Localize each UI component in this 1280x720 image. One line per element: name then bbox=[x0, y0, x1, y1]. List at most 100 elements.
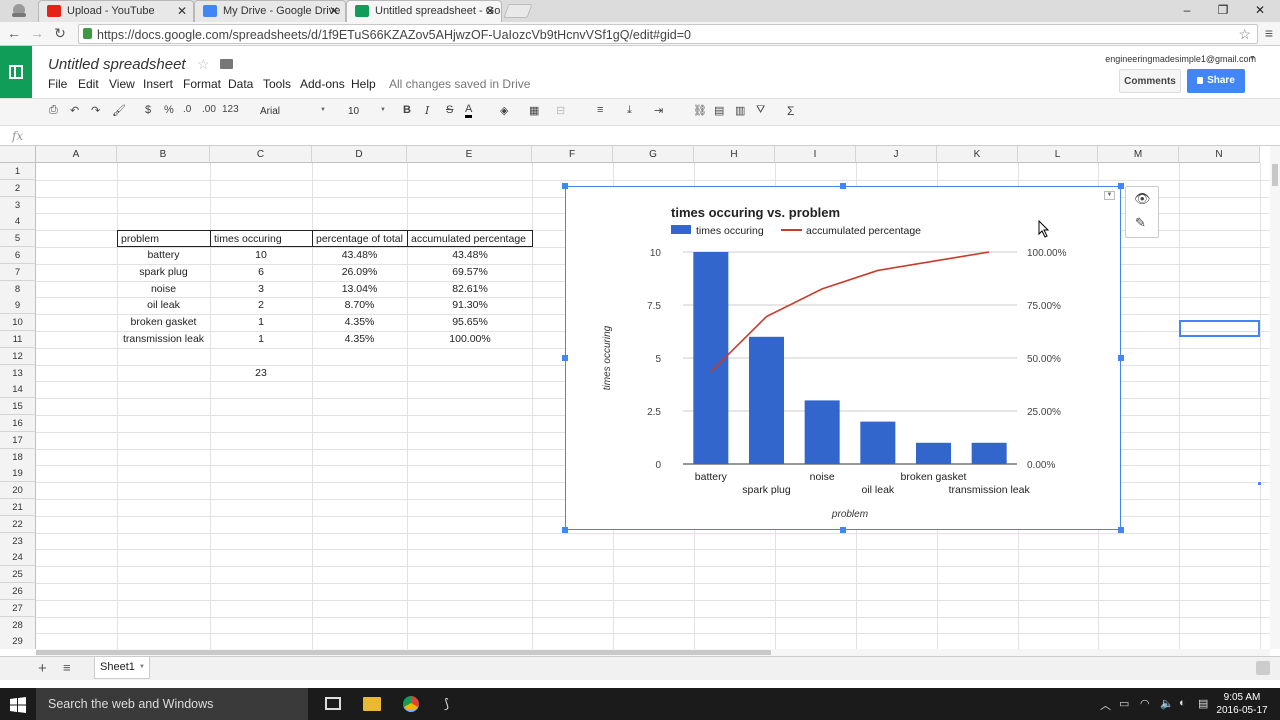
select-all-corner[interactable] bbox=[0, 146, 36, 163]
column-header-i[interactable]: I bbox=[775, 146, 856, 163]
network-icon[interactable]: ◠ bbox=[1140, 697, 1150, 710]
table-cell[interactable]: transmission leak bbox=[117, 331, 210, 348]
table-cell[interactable]: 43.48% bbox=[407, 247, 533, 264]
chrome-taskbar-icon[interactable] bbox=[403, 696, 419, 712]
row-header-2[interactable]: 2 bbox=[0, 179, 36, 197]
table-header-cell[interactable]: accumulated percentage bbox=[407, 230, 533, 248]
table-cell[interactable]: 43.48% bbox=[312, 247, 407, 264]
close-tab-icon[interactable]: ✕ bbox=[485, 4, 495, 18]
row-header-22[interactable]: 22 bbox=[0, 515, 36, 533]
fill-handle[interactable] bbox=[1257, 481, 1262, 486]
row-header-19[interactable]: 19 bbox=[0, 465, 36, 483]
row-header-20[interactable]: 20 bbox=[0, 482, 36, 500]
borders-icon[interactable]: ▦ bbox=[529, 104, 539, 117]
increase-decimal-button[interactable]: .00 bbox=[202, 104, 216, 115]
sheets-logo-icon[interactable] bbox=[0, 46, 32, 98]
bold-button[interactable]: B bbox=[403, 104, 411, 116]
minimize-icon[interactable]: – bbox=[1177, 3, 1197, 17]
functions-button[interactable]: Σ bbox=[787, 104, 794, 118]
column-header-j[interactable]: J bbox=[856, 146, 937, 163]
windows-start-icon[interactable] bbox=[10, 697, 26, 713]
column-header-k[interactable]: K bbox=[937, 146, 1018, 163]
row-header-18[interactable]: 18 bbox=[0, 448, 36, 466]
table-cell[interactable]: 1 bbox=[210, 331, 312, 348]
insert-chart-icon[interactable]: ▥ bbox=[735, 104, 745, 117]
table-cell[interactable]: 91.30% bbox=[407, 297, 533, 314]
task-view-icon[interactable] bbox=[325, 697, 341, 710]
menu-edit[interactable]: Edit bbox=[78, 77, 99, 91]
column-header-c[interactable]: C bbox=[210, 146, 312, 163]
table-cell[interactable]: 13.04% bbox=[312, 281, 407, 298]
table-cell[interactable]: 69.57% bbox=[407, 264, 533, 281]
table-cell[interactable]: oil leak bbox=[117, 297, 210, 314]
row-header-7[interactable]: 7 bbox=[0, 263, 36, 281]
taskbar-search[interactable]: Search the web and Windows bbox=[36, 688, 308, 720]
font-size-select[interactable]: 10 ▼ bbox=[344, 103, 388, 121]
row-header-12[interactable]: 12 bbox=[0, 347, 36, 365]
eye-icon[interactable]: 👁 bbox=[1134, 191, 1151, 207]
column-header-e[interactable]: E bbox=[407, 146, 532, 163]
menu-data[interactable]: Data bbox=[228, 77, 253, 91]
undo-icon[interactable]: ↶ bbox=[70, 104, 79, 117]
paint-format-icon[interactable]: 🖌 bbox=[112, 104, 126, 117]
app-taskbar-icon[interactable]: ⟆ bbox=[444, 696, 449, 712]
table-cell[interactable]: 6 bbox=[210, 264, 312, 281]
table-cell[interactable]: broken gasket bbox=[117, 314, 210, 331]
pencil-icon[interactable]: ✎ bbox=[1135, 215, 1146, 231]
selected-cell[interactable] bbox=[1179, 320, 1260, 337]
row-header-29[interactable]: 29 bbox=[0, 633, 36, 649]
table-cell[interactable]: 8.70% bbox=[312, 297, 407, 314]
fill-color-icon[interactable]: ◈ bbox=[500, 104, 508, 117]
maximize-icon[interactable]: ❐ bbox=[1213, 3, 1233, 17]
row-header-24[interactable]: 24 bbox=[0, 549, 36, 567]
text-color-button[interactable]: A bbox=[465, 104, 473, 118]
row-header-6[interactable]: 6 bbox=[0, 247, 36, 264]
star-icon[interactable]: ☆ bbox=[197, 56, 210, 73]
bookmark-star-icon[interactable]: ☆ bbox=[1238, 26, 1251, 43]
all-sheets-icon[interactable]: ≡ bbox=[63, 660, 71, 675]
font-select[interactable]: Arial ▼ bbox=[256, 103, 328, 121]
table-header-cell[interactable]: times occuring bbox=[210, 230, 312, 248]
more-formats-button[interactable]: 123 bbox=[222, 104, 239, 115]
italic-button[interactable]: I bbox=[425, 104, 429, 117]
row-header-21[interactable]: 21 bbox=[0, 499, 36, 516]
table-cell[interactable]: 95.65% bbox=[407, 314, 533, 331]
table-cell[interactable]: 82.61% bbox=[407, 281, 533, 298]
folder-icon[interactable] bbox=[220, 59, 233, 69]
insert-link-icon[interactable]: ⛓ bbox=[693, 104, 707, 117]
tray-chevron-icon[interactable]: ︿ bbox=[1100, 697, 1111, 713]
row-header-28[interactable]: 28 bbox=[0, 616, 36, 634]
row-header-11[interactable]: 11 bbox=[0, 331, 36, 348]
row-header-8[interactable]: 8 bbox=[0, 280, 36, 298]
chart-menu-icon[interactable]: ▼ bbox=[1104, 191, 1115, 200]
resize-handle[interactable] bbox=[562, 183, 568, 189]
table-cell[interactable]: 10 bbox=[210, 247, 312, 264]
explore-icon[interactable] bbox=[1256, 661, 1270, 675]
horizontal-align-icon[interactable]: ≡ bbox=[597, 104, 603, 116]
resize-handle[interactable] bbox=[562, 355, 568, 361]
row-header-17[interactable]: 17 bbox=[0, 431, 36, 449]
resize-handle[interactable] bbox=[1118, 527, 1124, 533]
row-header-23[interactable]: 23 bbox=[0, 532, 36, 550]
row-header-3[interactable]: 3 bbox=[0, 196, 36, 214]
table-cell[interactable]: 3 bbox=[210, 281, 312, 298]
column-header-b[interactable]: B bbox=[117, 146, 210, 163]
share-button[interactable]: Share bbox=[1187, 69, 1245, 93]
menu-insert[interactable]: Insert bbox=[143, 77, 173, 91]
table-cell[interactable]: 100.00% bbox=[407, 331, 533, 348]
filter-icon[interactable]: ⛛ bbox=[756, 104, 765, 117]
column-header-n[interactable]: N bbox=[1179, 146, 1260, 163]
browser-menu-icon[interactable] bbox=[6, 2, 32, 20]
new-tab-button[interactable] bbox=[503, 4, 533, 18]
back-icon[interactable]: ← bbox=[5, 25, 23, 41]
scroll-thumb[interactable] bbox=[1272, 164, 1278, 186]
menu-file[interactable]: File bbox=[48, 77, 67, 91]
reload-icon[interactable]: ↻ bbox=[51, 25, 69, 42]
account-email[interactable]: engineeringmadesimple1@gmail.com bbox=[1105, 54, 1256, 64]
row-header-26[interactable]: 26 bbox=[0, 583, 36, 600]
column-header-h[interactable]: H bbox=[694, 146, 775, 163]
row-header-9[interactable]: 9 bbox=[0, 297, 36, 315]
volume-icon[interactable]: 🔈 bbox=[1160, 697, 1174, 710]
resize-handle[interactable] bbox=[840, 527, 846, 533]
menu-help[interactable]: Help bbox=[351, 77, 376, 91]
